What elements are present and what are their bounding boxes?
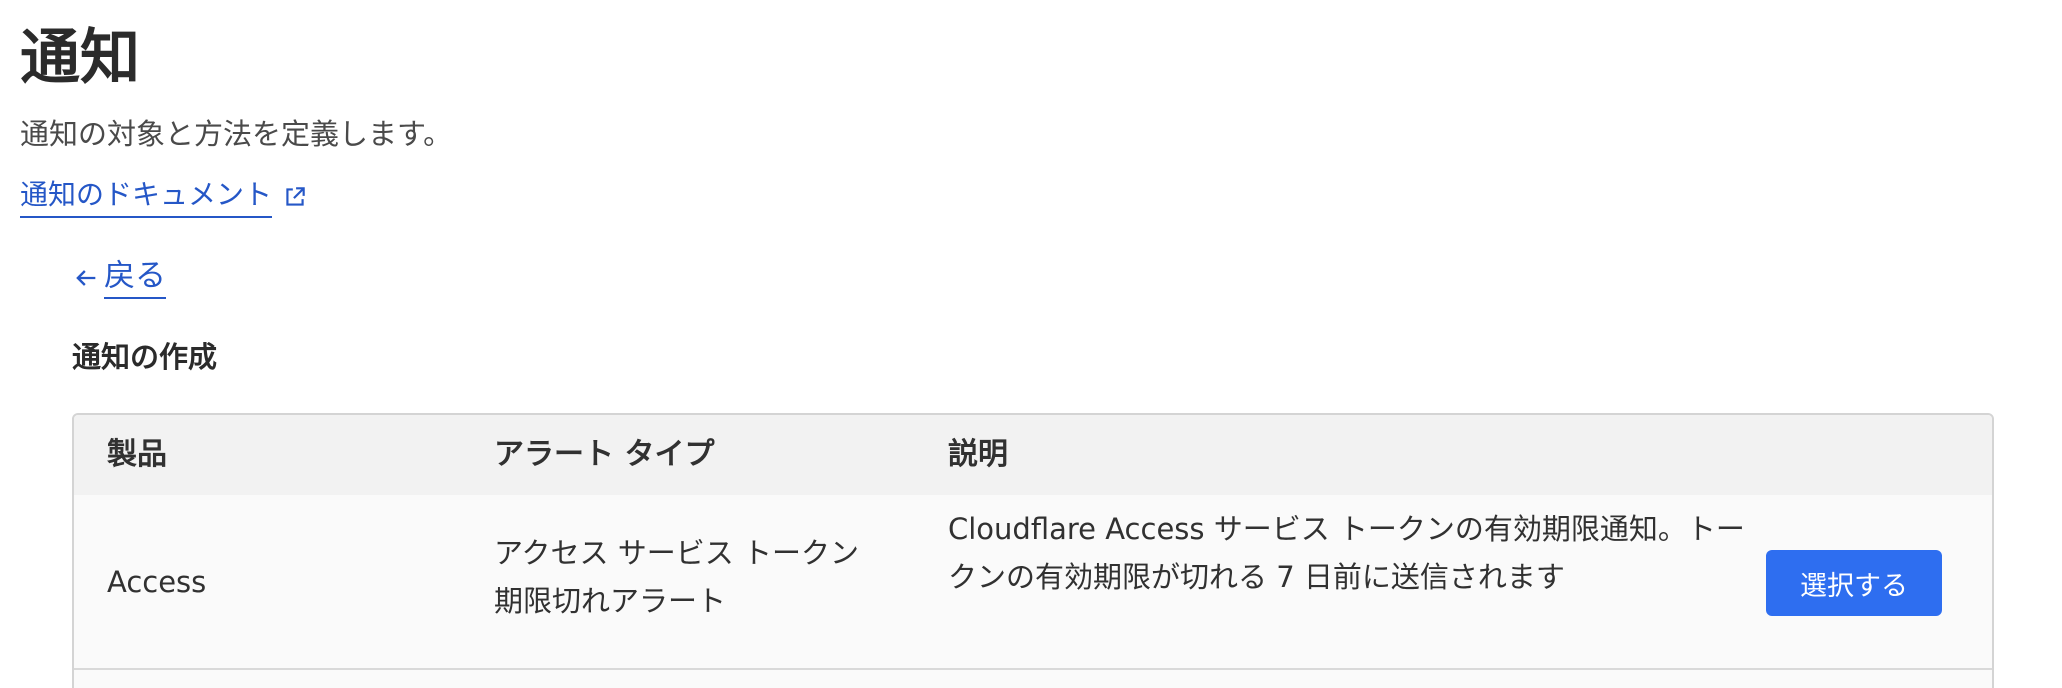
notifications-page: 通知 通知の対象と方法を定義します。 通知のドキュメント 戻る 通知の作成 製品… [0,0,2062,688]
page-description: 通知の対象と方法を定義します。 [20,117,453,151]
arrow-left-icon [76,269,96,286]
row-alert-type: アクセス サービス トークン期限切れアラート [494,536,859,618]
section-title: 通知の作成 [72,340,218,374]
notification-type-table: 製品 アラート タイプ 説明 Access アクセス サービス トークン期限切れ… [72,413,1994,688]
row-product: Access [107,565,207,599]
select-button[interactable]: 選択する [1766,550,1942,616]
back-label: 戻る [104,256,166,299]
notifications-docs-link[interactable]: 通知のドキュメント [20,176,308,218]
docs-link-label: 通知のドキュメント [20,176,273,218]
row-description: Cloudflare Access サービス トークンの有効期限通知。トークンの… [948,512,1745,594]
column-header-description: 説明 [948,437,1008,472]
page-title: 通知 [20,23,140,93]
back-link[interactable]: 戻る [72,256,166,299]
table-row: Access アクセス サービス トークン期限切れアラート Cloudflare… [74,495,1992,670]
column-header-product: 製品 [107,437,167,472]
table-header: 製品 アラート タイプ 説明 [74,415,1992,495]
column-header-alert-type: アラート タイプ [494,437,715,472]
external-link-icon [286,187,305,206]
